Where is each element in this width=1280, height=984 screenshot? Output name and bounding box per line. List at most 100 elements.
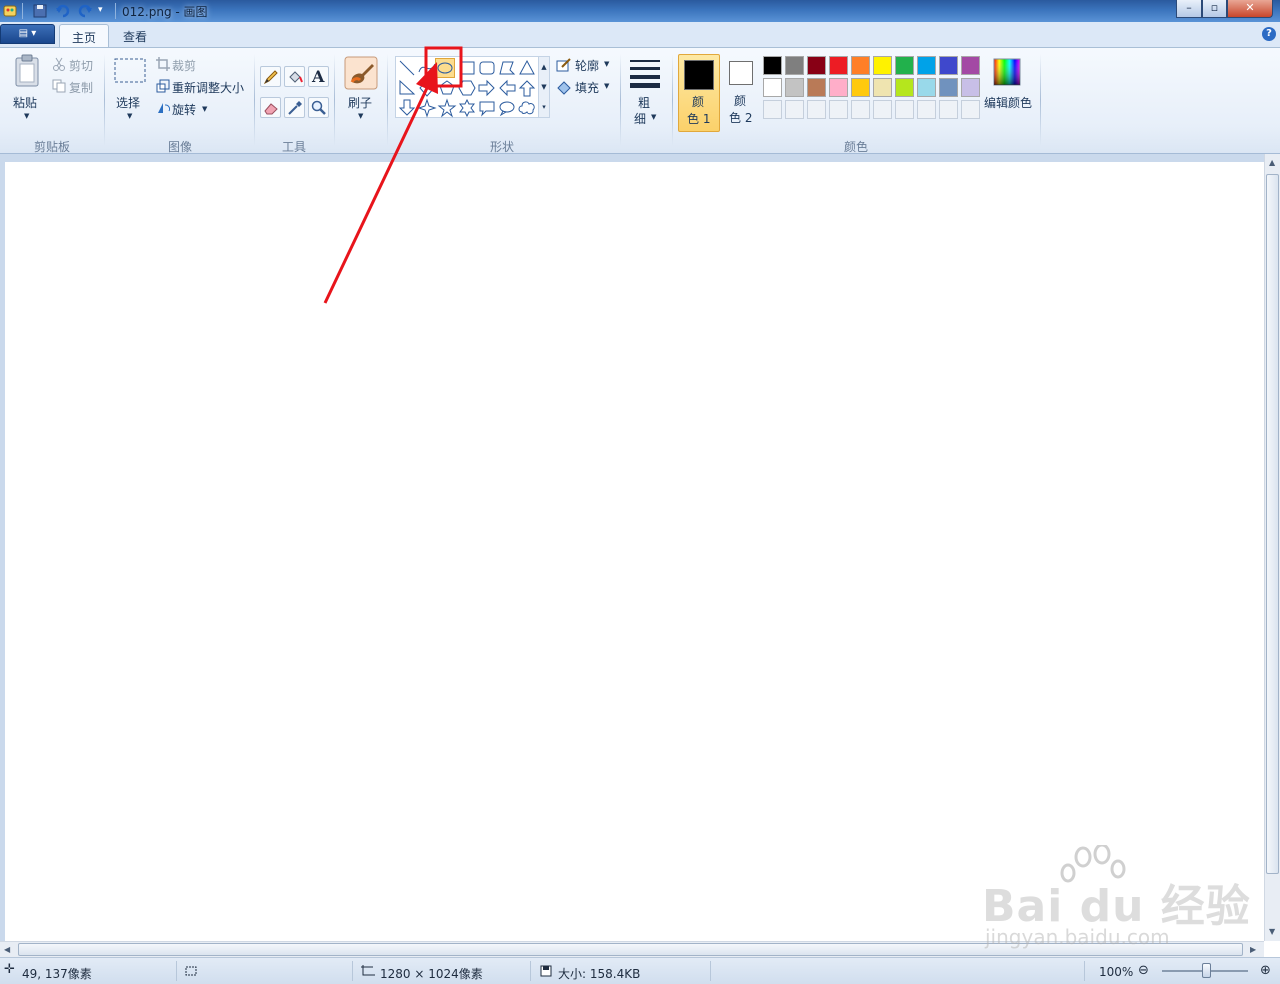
- magnifier-tool[interactable]: [308, 97, 329, 118]
- customize-quick-access-icon[interactable]: ▾: [98, 5, 114, 21]
- up-arrow-shape[interactable]: [517, 78, 537, 98]
- rect-callout-shape[interactable]: [477, 98, 497, 118]
- polygon-shape[interactable]: [497, 58, 517, 78]
- palette-swatch[interactable]: [873, 78, 892, 97]
- palette-swatch[interactable]: [807, 78, 826, 97]
- right-arrow-shape[interactable]: [477, 78, 497, 98]
- oval-callout-shape[interactable]: [497, 98, 517, 118]
- custom-color-slot[interactable]: [961, 100, 980, 119]
- undo-icon[interactable]: [55, 3, 71, 19]
- pencil-tool[interactable]: [260, 66, 281, 87]
- palette-swatch[interactable]: [917, 56, 936, 75]
- left-arrow-shape[interactable]: [497, 78, 517, 98]
- select-button[interactable]: 选择: [116, 94, 140, 111]
- zoom-slider-thumb[interactable]: [1202, 963, 1211, 978]
- minimize-button[interactable]: –: [1176, 0, 1202, 18]
- edit-colors-button[interactable]: 编辑颜色: [984, 94, 1032, 111]
- palette-swatch[interactable]: [851, 78, 870, 97]
- pentagon-shape[interactable]: [437, 78, 457, 98]
- zoom-in-icon[interactable]: ⊕: [1260, 963, 1271, 978]
- scroll-left-icon[interactable]: ◀: [4, 945, 10, 954]
- scroll-up-icon[interactable]: ▲: [1269, 158, 1275, 167]
- size-label-line1[interactable]: 粗: [638, 94, 650, 111]
- curve-shape[interactable]: [417, 58, 437, 78]
- palette-swatch[interactable]: [895, 56, 914, 75]
- fill-tool[interactable]: [284, 66, 305, 87]
- copy-button[interactable]: 复制: [69, 79, 93, 96]
- palette-swatch[interactable]: [763, 56, 782, 75]
- gallery-scroll-down-icon[interactable]: ▼: [538, 77, 549, 97]
- custom-color-slot[interactable]: [807, 100, 826, 119]
- palette-swatch[interactable]: [763, 78, 782, 97]
- palette-swatch[interactable]: [785, 56, 804, 75]
- drawing-canvas[interactable]: [5, 162, 1264, 941]
- custom-color-slot[interactable]: [829, 100, 848, 119]
- size-label-line2[interactable]: 细: [634, 110, 646, 127]
- six-point-star-shape[interactable]: [457, 98, 477, 118]
- four-point-star-shape[interactable]: [417, 98, 437, 118]
- palette-swatch[interactable]: [829, 56, 848, 75]
- palette-swatch[interactable]: [939, 78, 958, 97]
- resize-button[interactable]: 重新调整大小: [172, 79, 244, 96]
- palette-swatch[interactable]: [961, 78, 980, 97]
- triangle-shape[interactable]: [517, 58, 537, 78]
- palette-swatch[interactable]: [851, 56, 870, 75]
- custom-color-slot[interactable]: [851, 100, 870, 119]
- paste-button[interactable]: 粘贴: [13, 94, 37, 111]
- custom-color-slot[interactable]: [873, 100, 892, 119]
- color1-button[interactable]: 颜 色 1: [678, 54, 720, 132]
- palette-swatch[interactable]: [785, 78, 804, 97]
- palette-swatch[interactable]: [939, 56, 958, 75]
- select-rect-icon[interactable]: [114, 58, 146, 87]
- custom-color-slot[interactable]: [895, 100, 914, 119]
- palette-swatch[interactable]: [807, 56, 826, 75]
- rotate-button[interactable]: 旋转: [172, 101, 196, 118]
- oval-shape[interactable]: [435, 58, 455, 78]
- custom-color-slot[interactable]: [785, 100, 804, 119]
- maximize-button[interactable]: ▫: [1202, 0, 1227, 18]
- outline-button[interactable]: 轮廓: [575, 57, 599, 74]
- diamond-shape[interactable]: [417, 78, 437, 98]
- line-shape[interactable]: [397, 58, 417, 78]
- rainbow-palette-icon[interactable]: [993, 58, 1021, 89]
- custom-color-slot[interactable]: [939, 100, 958, 119]
- color-picker-tool[interactable]: [284, 97, 305, 118]
- custom-color-slot[interactable]: [917, 100, 936, 119]
- palette-swatch[interactable]: [961, 56, 980, 75]
- eraser-tool[interactable]: [260, 97, 281, 118]
- vertical-scrollbar[interactable]: ▲ ▼: [1264, 154, 1280, 941]
- custom-color-slot[interactable]: [763, 100, 782, 119]
- cloud-callout-shape[interactable]: [517, 98, 537, 118]
- gallery-scroll-up-icon[interactable]: ▲: [538, 57, 549, 77]
- crop-button[interactable]: 裁剪: [172, 57, 196, 74]
- palette-swatch[interactable]: [895, 78, 914, 97]
- size-lines-icon[interactable]: [628, 58, 662, 91]
- brushes-button[interactable]: 刷子: [348, 94, 372, 111]
- right-triangle-shape[interactable]: [397, 78, 417, 98]
- fill-button[interactable]: 填充: [575, 79, 599, 96]
- rectangle-shape[interactable]: [457, 58, 477, 78]
- brush-icon[interactable]: [344, 56, 378, 93]
- paint-menu-button[interactable]: ▤ ▾: [0, 24, 55, 44]
- hexagon-shape[interactable]: [457, 78, 477, 98]
- scroll-right-icon[interactable]: ▶: [1250, 945, 1256, 954]
- tab-home[interactable]: 主页: [59, 24, 110, 47]
- gallery-expand-icon[interactable]: ▾: [538, 97, 549, 117]
- color2-button[interactable]: 颜 色 2: [722, 54, 760, 132]
- cut-button[interactable]: 剪切: [69, 57, 93, 74]
- help-icon[interactable]: ?: [1262, 27, 1276, 41]
- paste-icon[interactable]: [12, 54, 42, 93]
- close-button[interactable]: ✕: [1227, 0, 1273, 18]
- text-tool[interactable]: A: [308, 66, 329, 87]
- save-icon[interactable]: [32, 3, 48, 19]
- tab-view[interactable]: 查看: [111, 24, 159, 47]
- palette-swatch[interactable]: [873, 56, 892, 75]
- five-point-star-shape[interactable]: [437, 98, 457, 118]
- scroll-down-icon[interactable]: ▼: [1269, 927, 1275, 936]
- palette-swatch[interactable]: [917, 78, 936, 97]
- rounded-rectangle-shape[interactable]: [477, 58, 497, 78]
- redo-icon[interactable]: [77, 3, 93, 19]
- down-arrow-shape[interactable]: [397, 98, 417, 118]
- palette-swatch[interactable]: [829, 78, 848, 97]
- vertical-scroll-thumb[interactable]: [1266, 174, 1279, 874]
